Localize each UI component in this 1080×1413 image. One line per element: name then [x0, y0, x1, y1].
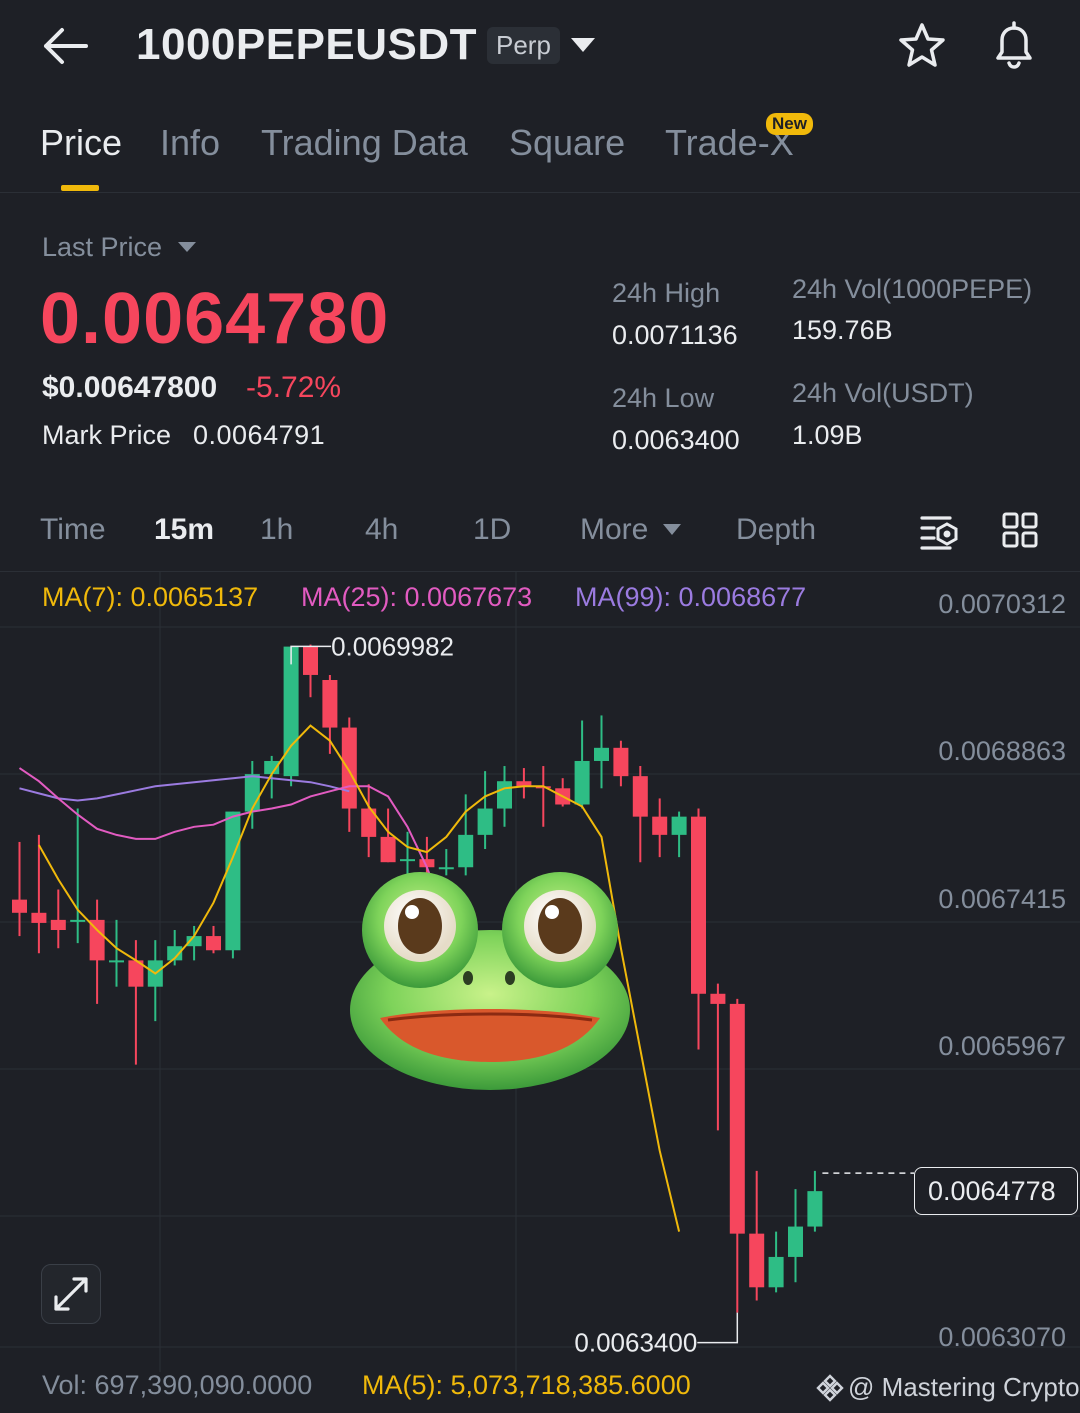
candle-body — [70, 919, 86, 922]
candle-body — [303, 646, 318, 675]
y-axis-tick-label: 0.0067415 — [938, 884, 1066, 914]
candle-body — [31, 912, 47, 923]
chevron-down-icon[interactable] — [663, 524, 681, 535]
vol-quote-label: 24h Vol(USDT) — [792, 378, 974, 408]
new-badge: New — [766, 113, 813, 135]
chevron-down-icon[interactable] — [178, 242, 196, 252]
candle-body — [283, 646, 299, 777]
interval-15m[interactable]: 15m — [154, 513, 214, 547]
y-axis-tick-label: 0.0065967 — [938, 1031, 1066, 1061]
candle-body — [109, 960, 124, 963]
ma25-legend: MA(25): 0.0067673 — [301, 582, 533, 612]
depth-tab[interactable]: Depth — [736, 513, 816, 547]
contract-type-badge: Perp — [487, 27, 560, 64]
fullscreen-button[interactable] — [41, 1264, 101, 1324]
vol-base-value: 159.76B — [792, 315, 893, 345]
volume-ma5-readout: MA(5): 5,073,718,385.6000 — [362, 1370, 691, 1400]
high-marker-label: 0.0069982 — [331, 631, 454, 661]
current-price-tag: 0.0064778 — [914, 1167, 1078, 1215]
candle-body — [768, 1256, 784, 1288]
ma99-legend: MA(99): 0.0068677 — [575, 582, 807, 612]
vol-base-label: 24h Vol(1000PEPE) — [792, 274, 1033, 304]
candle-body — [691, 816, 706, 994]
candle-body — [652, 816, 668, 835]
high-24h-value: 0.0071136 — [612, 320, 738, 350]
expand-icon — [54, 1277, 88, 1311]
candle-body — [380, 836, 396, 863]
candle-body — [574, 760, 590, 805]
symbol-title[interactable]: 1000PEPEUSDT — [136, 20, 477, 70]
vol-quote-value: 1.09B — [792, 420, 863, 450]
candle-body — [206, 936, 221, 951]
candle-body — [244, 774, 260, 812]
interval-4h[interactable]: 4h — [365, 513, 398, 547]
tabs-divider — [0, 192, 1080, 193]
candle-body — [632, 776, 648, 817]
candle-body — [671, 816, 687, 835]
candle-body — [400, 859, 415, 862]
y-axis-tick-label: 0.0063070 — [938, 1322, 1066, 1352]
candle-body — [225, 811, 241, 951]
back-arrow-icon[interactable] — [42, 26, 88, 66]
low-24h-value: 0.0063400 — [612, 425, 740, 455]
usd-price-value: $0.00647800 — [42, 371, 218, 404]
candle-body — [341, 727, 357, 809]
low-marker-label: 0.0063400 — [574, 1328, 697, 1358]
last-price-label[interactable]: Last Price — [42, 232, 162, 263]
interval-1d[interactable]: 1D — [473, 513, 511, 547]
chevron-down-icon[interactable] — [571, 38, 595, 52]
candle-body — [807, 1191, 823, 1227]
y-axis-tick-label: 0.0068863 — [938, 736, 1066, 766]
interval-more[interactable]: More — [580, 513, 648, 547]
candle-body — [788, 1226, 803, 1257]
ma7-legend: MA(7): 0.0065137 — [42, 582, 259, 612]
tab-info[interactable]: Info — [160, 122, 220, 164]
price-change-percent: -5.72% — [246, 371, 342, 404]
volume-readout: Vol: 697,390,090.0000 — [42, 1370, 313, 1400]
candle-body — [477, 808, 493, 835]
high-24h-label: 24h High — [612, 278, 721, 308]
watermark-text: @ Mastering Crypto — [848, 1372, 1080, 1402]
candle-body — [50, 919, 66, 931]
candle-body — [729, 1003, 745, 1234]
candle-body — [458, 834, 474, 868]
candle-body — [497, 781, 512, 809]
candle-body — [749, 1233, 765, 1288]
candle-body — [594, 747, 609, 761]
tab-price[interactable]: Price — [40, 122, 122, 164]
bell-icon[interactable] — [990, 20, 1038, 70]
candle-body — [322, 680, 338, 728]
last-price-value: 0.0064780 — [40, 279, 390, 359]
low-marker-line — [697, 1312, 739, 1344]
active-tab-indicator — [61, 185, 99, 191]
ma99-line — [19, 775, 350, 802]
candle-body — [710, 993, 726, 1004]
candle-body — [438, 867, 454, 870]
star-icon[interactable] — [898, 22, 946, 68]
binance-logo-icon — [816, 1374, 844, 1402]
mark-price-label: Mark Price — [42, 420, 172, 450]
candle-body — [12, 899, 27, 913]
tab-square[interactable]: Square — [509, 122, 625, 164]
low-24h-label: 24h Low — [612, 383, 715, 413]
candle-body — [613, 747, 629, 777]
tab-trading-data[interactable]: Trading Data — [261, 122, 468, 164]
frog-emoji-image — [350, 872, 630, 1090]
indicator-settings-icon[interactable] — [920, 514, 960, 550]
interval-1h[interactable]: 1h — [260, 513, 293, 547]
mark-price-value: 0.0064791 — [193, 420, 326, 450]
grid-layout-icon[interactable] — [1002, 512, 1038, 548]
y-axis-tick-label: 0.0070312 — [938, 589, 1066, 619]
interval-time[interactable]: Time — [40, 513, 106, 547]
